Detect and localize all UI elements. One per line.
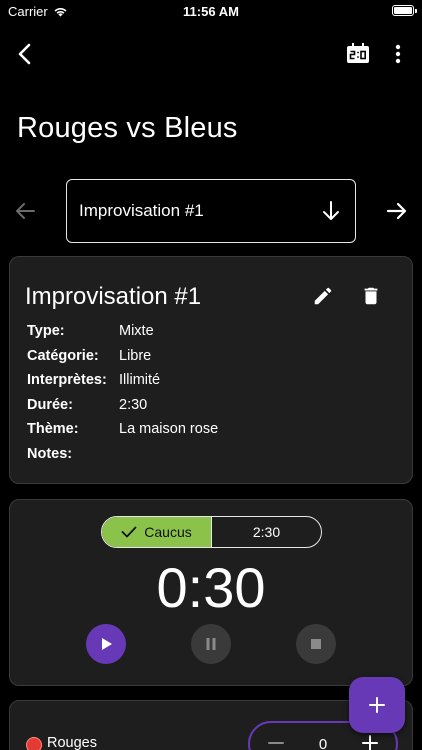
detail-row-category: Catégorie: Libre: [27, 348, 397, 373]
detail-row-duration: Durée: 2:30: [27, 397, 397, 422]
improv-selector[interactable]: Improvisation #1: [66, 179, 356, 243]
next-arrow-icon[interactable]: [384, 198, 410, 224]
detail-key: Catégorie:: [27, 347, 99, 364]
checkmark-icon: [121, 526, 137, 538]
play-button[interactable]: [86, 624, 126, 664]
trash-icon[interactable]: [360, 285, 382, 307]
segment-caucus-label: Caucus: [144, 524, 192, 540]
pencil-icon[interactable]: [312, 285, 334, 307]
more-vertical-icon[interactable]: [386, 40, 410, 68]
detail-value: Mixte: [119, 323, 154, 339]
status-time: 11:56 AM: [183, 4, 239, 19]
page-title: Rouges vs Bleus: [17, 112, 238, 144]
plus-icon[interactable]: [360, 733, 380, 750]
battery-icon: [392, 5, 417, 16]
improv-title: Improvisation #1: [25, 283, 202, 310]
play-icon: [102, 638, 112, 650]
stop-icon: [311, 639, 321, 649]
arrow-down-icon: [323, 201, 339, 220]
detail-key: Thème:: [27, 421, 79, 437]
detail-value: 2:30: [119, 396, 148, 413]
pause-icon: [206, 638, 216, 650]
timer-display: 0:30: [156, 556, 266, 619]
improv-details: Type: Mixte Catégorie: Libre Interprètes…: [27, 323, 397, 470]
timer-card: Caucus 2:30 0:30: [9, 499, 413, 686]
detail-row-theme: Thème: La maison rose: [27, 421, 397, 446]
timer-mode-toggle: Caucus 2:30: [101, 516, 322, 548]
detail-value: La maison rose: [119, 421, 219, 437]
team-color-dot: [26, 737, 42, 750]
chevron-left-icon[interactable]: [12, 40, 40, 68]
detail-key: Type:: [27, 323, 65, 339]
add-fab-button[interactable]: [349, 677, 405, 733]
scoreboard-icon[interactable]: [346, 42, 370, 66]
plus-icon: [369, 697, 385, 713]
detail-key: Durée:: [27, 396, 73, 413]
detail-row-performers: Interprètes: Illimité: [27, 372, 397, 397]
pause-button[interactable]: [191, 624, 231, 664]
nav-bar: [0, 34, 422, 74]
improv-selector-value: Improvisation #1: [79, 201, 204, 220]
segment-duration-label: 2:30: [252, 524, 281, 540]
improv-info-card: Improvisation #1 Type: Mixte Catégorie: …: [9, 256, 413, 484]
detail-key: Interprètes:: [27, 372, 107, 388]
stop-button[interactable]: [296, 624, 336, 664]
status-bar: Carrier 11:56 AM: [0, 0, 422, 24]
segment-caucus[interactable]: Caucus: [102, 517, 212, 547]
detail-key: Notes:: [27, 445, 73, 462]
segment-duration[interactable]: 2:30: [212, 517, 321, 547]
detail-value: Illimité: [119, 372, 161, 388]
detail-row-notes: Notes:: [27, 446, 397, 471]
detail-value: Libre: [119, 347, 152, 364]
detail-row-type: Type: Mixte: [27, 323, 397, 348]
app-screen: Carrier 11:56 AM Rouges vs Bleus Improvi…: [0, 0, 422, 750]
team-name: Rouges: [47, 735, 97, 750]
previous-arrow-icon[interactable]: [12, 198, 38, 224]
